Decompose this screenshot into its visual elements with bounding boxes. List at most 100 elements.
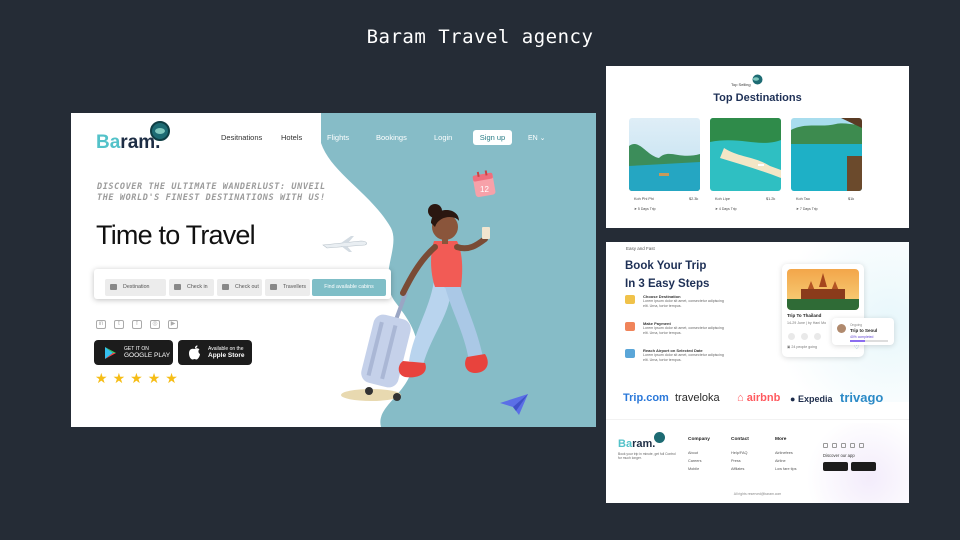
footer-link[interactable]: Affilates <box>731 467 744 471</box>
star-icon: ★ <box>147 370 161 386</box>
book-trip-screenshot: Easy and Fast Book Your Trip In 3 Easy S… <box>606 242 909 503</box>
progress-bar <box>850 340 888 342</box>
book-title: Book Your Trip In 3 Easy Steps <box>625 260 710 290</box>
apple-icon <box>189 345 200 360</box>
calendar-icon <box>222 284 229 290</box>
linkedin-icon[interactable] <box>823 443 828 448</box>
twitter-icon[interactable]: t <box>114 320 124 329</box>
step-text: Lorem ipsum dolor sit amet, consectetur … <box>643 299 724 308</box>
footer-link[interactable]: Press <box>731 459 741 463</box>
calendar-date: 12 <box>480 185 489 194</box>
card-trip: ➤ 5 Days Trip <box>634 207 656 211</box>
step-text: Lorem ipsum dolor sit amet, consectetur … <box>643 353 724 362</box>
destination-field[interactable]: Destination <box>105 279 166 296</box>
footer-link[interactable]: Careers <box>688 459 702 463</box>
youtube-icon[interactable] <box>859 443 864 448</box>
signup-button[interactable]: Sign up <box>473 130 512 145</box>
footer-social-links <box>823 443 864 448</box>
nav-bookings[interactable]: Bookings <box>376 133 407 142</box>
footer-link[interactable]: Airline <box>775 459 786 463</box>
facebook-icon[interactable]: f <box>132 320 142 329</box>
copyright: All rights reserved@baram.com <box>733 492 782 496</box>
language-selector[interactable]: EN ⌄ <box>528 134 546 142</box>
star-icon: ★ <box>165 370 178 386</box>
hero-tagline: Discover the ultimate wanderlust: unveil… <box>97 182 326 203</box>
card-name: Koh Lipe <box>715 197 730 201</box>
travellers-field[interactable]: Travellers <box>265 279 310 296</box>
globe-icon <box>752 74 763 85</box>
trip-image <box>787 269 859 310</box>
page-title: Baram Travel agency <box>366 26 594 48</box>
partner-logo: ● Expedia <box>790 394 833 404</box>
nav-destinations[interactable]: Desitnations <box>221 133 262 142</box>
hero-screenshot: Baram. Desitnations Hotels Flights Booki… <box>71 113 596 427</box>
map-icon[interactable] <box>801 333 808 340</box>
calendar-icon <box>174 284 181 290</box>
nav-login[interactable]: Login <box>434 133 452 142</box>
footer-link[interactable]: Airlinefees <box>775 451 793 455</box>
book-eyebrow: Easy and Fast <box>626 246 655 251</box>
footer-heading-contact: Contact <box>731 437 749 442</box>
destination-card-image[interactable] <box>629 118 700 191</box>
expedia-icon: ● <box>790 394 798 404</box>
footer-link[interactable]: About <box>688 451 698 455</box>
star-icon: ★ <box>112 370 126 386</box>
avatar <box>837 324 846 333</box>
card-trip: ➤ 7 Days Trip <box>796 207 818 211</box>
payment-step-icon <box>625 322 635 331</box>
heart-icon[interactable]: ♡ <box>854 344 859 351</box>
app-store-button[interactable]: Available on the Apple Store <box>178 340 252 365</box>
globe-icon <box>150 121 170 141</box>
footer-logo[interactable]: Baram. <box>618 438 655 450</box>
find-cabins-button[interactable]: Find available cabins <box>312 279 386 296</box>
check-in-field[interactable]: Check in <box>169 279 214 296</box>
google-play-icon <box>105 347 116 359</box>
footer-heading-more: More <box>775 437 787 442</box>
ongoing-trip-card[interactable]: Ongoing Trip to Seoul 40% completed <box>832 318 894 345</box>
destination-card-image[interactable] <box>710 118 781 191</box>
destinations-eyebrow: Top Selling <box>731 82 751 87</box>
google-play-badge[interactable] <box>823 462 848 471</box>
discover-app-label: Discover our app <box>823 453 855 458</box>
nav-flights[interactable]: Flights <box>327 133 349 142</box>
leaf-icon[interactable] <box>788 333 795 340</box>
nav-hotels[interactable]: Hotels <box>281 133 302 142</box>
hero-headline: Time to Travel <box>96 220 256 250</box>
people-icon <box>270 284 277 290</box>
star-icon: ★ <box>95 370 108 386</box>
paper-plane-icon <box>500 394 528 415</box>
calendar-icon: 12 <box>472 170 496 198</box>
footer-link[interactable]: Low fare tips <box>775 467 797 471</box>
footer-link[interactable]: Help/FAQ <box>731 451 747 455</box>
card-name: Koh Tao <box>796 197 810 201</box>
destination-card-image[interactable] <box>791 118 862 191</box>
instagram-icon[interactable]: ◎ <box>150 320 160 329</box>
step-text: Lorem ipsum dolor sit amet, consectetur … <box>643 326 724 335</box>
card-price: $1k <box>848 197 855 201</box>
footer-link[interactable]: Mobile <box>688 467 699 471</box>
partner-logo: trivago <box>840 390 884 405</box>
destination-step-icon <box>625 295 635 304</box>
facebook-icon[interactable] <box>841 443 846 448</box>
card-trip: ➤ 4 Days Trip <box>715 207 737 211</box>
airport-step-icon <box>625 349 635 358</box>
card-price: $1.2k <box>766 197 776 201</box>
instagram-icon[interactable] <box>850 443 855 448</box>
booking-search-bar: Destination Check in Check out Traveller… <box>94 269 391 299</box>
check-out-field[interactable]: Check out <box>217 279 262 296</box>
footer-heading-company: Company <box>688 437 710 442</box>
bed-icon <box>110 284 117 290</box>
linkedin-icon[interactable]: in <box>96 320 106 329</box>
twitter-icon[interactable] <box>832 443 837 448</box>
app-store-badge[interactable] <box>851 462 876 471</box>
partner-logo: traveloka <box>675 392 720 404</box>
google-play-button[interactable]: GET IT ON GOOGLE PLAY <box>94 340 173 365</box>
globe-icon <box>654 432 665 443</box>
send-icon[interactable] <box>814 333 821 340</box>
card-price: $2.3k <box>689 197 699 201</box>
youtube-icon[interactable]: ▶ <box>168 320 178 329</box>
airbnb-icon: ⌂ <box>737 392 747 404</box>
partner-logo: ⌂ airbnb <box>737 392 781 404</box>
traveller-illustration <box>361 204 490 401</box>
footer-description: Book your trip in minute, get full Contr… <box>618 452 676 460</box>
